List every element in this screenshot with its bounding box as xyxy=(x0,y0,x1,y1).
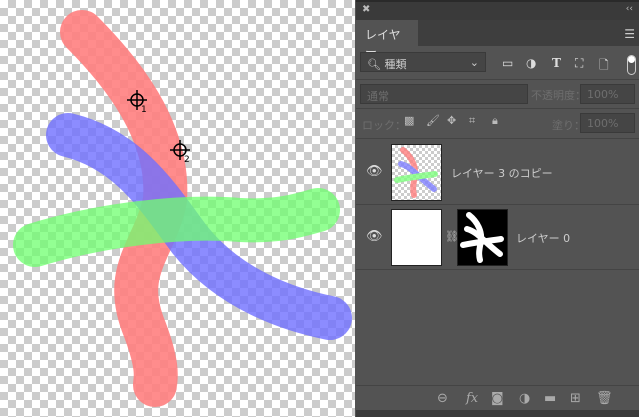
type-filter-icon[interactable]: T xyxy=(552,56,561,70)
resize-handle[interactable] xyxy=(356,410,639,417)
filter-toggle[interactable] xyxy=(627,55,636,75)
new-layer-icon[interactable]: ⊞ xyxy=(570,391,581,406)
folder-icon[interactable]: ▬ xyxy=(544,391,556,406)
fx-icon[interactable]: fx xyxy=(466,391,478,406)
panel-footer-toolbar: ⊖ fx ◙ ◑ ▬ ⊞ 🗑︎ xyxy=(356,385,639,411)
filter-kind-select[interactable]: 🔍︎ 種類 ⌄ xyxy=(360,52,486,72)
marker-1-label: 1 xyxy=(141,105,147,115)
marker-2-label: 2 xyxy=(184,155,190,165)
adjustment-filter-icon[interactable]: ◑ xyxy=(526,56,536,70)
lock-label: ロック： xyxy=(362,119,406,132)
filter-kind-value: 種類 xyxy=(384,58,407,71)
blend-mode-select[interactable]: 通常 xyxy=(360,84,528,104)
lock-all-icon[interactable]: 🔒︎ xyxy=(492,114,498,128)
layer-name[interactable]: レイヤー 0 xyxy=(516,230,570,246)
layer-mask-thumbnail[interactable] xyxy=(457,209,508,266)
opacity-label: 不透明度： xyxy=(531,89,586,102)
image-filter-icon[interactable]: ▭ xyxy=(502,56,513,70)
layer-row[interactable]: 👁︎ ⛓︎ レイヤー 0 xyxy=(356,205,639,270)
lock-move-icon[interactable]: ✥ xyxy=(447,114,456,127)
opacity-value: 100% xyxy=(587,88,619,101)
lock-artboard-icon[interactable]: ⌗ xyxy=(469,114,475,128)
tab-layers[interactable]: レイヤー xyxy=(356,20,418,59)
lock-brush-icon[interactable]: 🖌︎ xyxy=(426,114,440,127)
blend-mode-value: 通常 xyxy=(367,90,389,103)
layer-name[interactable]: レイヤー 3 のコピー xyxy=(451,165,553,181)
eye-icon[interactable]: 👁︎ xyxy=(366,164,383,179)
link-icon[interactable]: ⊖ xyxy=(437,391,448,406)
panel-menu-icon[interactable]: ☰ xyxy=(624,27,635,41)
artwork: 1 2 xyxy=(13,10,352,407)
eye-icon[interactable]: 👁︎ xyxy=(366,229,383,244)
fill-input[interactable]: 100% xyxy=(580,113,635,133)
opacity-input[interactable]: 100% xyxy=(580,84,635,104)
mask-icon[interactable]: ◙ xyxy=(491,391,504,406)
layer-thumbnail xyxy=(391,144,442,201)
chevron-down-icon: ⌄ xyxy=(469,56,479,69)
layer-row[interactable]: 👁︎ レイヤー 3 のコピー xyxy=(356,140,639,205)
document-canvas[interactable]: 1 2 xyxy=(0,0,355,417)
layer-thumbnail xyxy=(391,209,442,266)
layers-panel: ✖‹‹ レイヤー ☰ 🔍︎ 種類⌄ ▭ ◑ T ⛶ 🗋 通常 不透明度： 100… xyxy=(356,0,639,417)
green-stroke xyxy=(13,188,340,267)
trash-icon[interactable]: 🗑︎ xyxy=(596,391,613,406)
lock-transparent-icon[interactable]: ▩ xyxy=(404,114,414,127)
double-chevron-icon[interactable]: ‹‹ xyxy=(626,4,633,14)
smart-object-filter-icon[interactable]: 🗋 xyxy=(599,56,609,77)
shape-filter-icon[interactable]: ⛶ xyxy=(575,56,583,71)
fill-value: 100% xyxy=(587,117,619,130)
adjustment-icon[interactable]: ◑ xyxy=(519,391,530,406)
close-icon[interactable]: ✖ xyxy=(362,4,370,15)
